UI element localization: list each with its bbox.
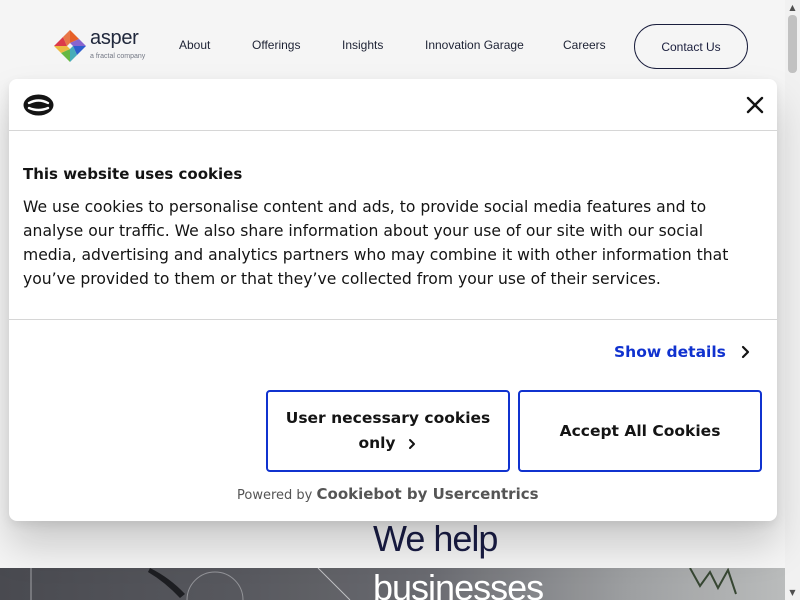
use-necessary-cookies-button[interactable]: User necessary cookies only [266,390,510,472]
show-details-link[interactable]: Show details [614,343,752,361]
chevron-right-icon [408,438,415,449]
scroll-thumb[interactable] [788,15,797,73]
close-icon[interactable] [745,95,765,115]
cookiebot-brand-link[interactable]: Cookiebot by Usercentrics [317,485,539,503]
cookiebot-logo-icon [23,94,54,116]
cookie-consent-dialog: This website uses cookies We use cookies… [9,79,777,521]
dialog-description: We use cookies to personalise content an… [23,198,729,288]
dialog-header [9,79,777,131]
dialog-body: This website uses cookies We use cookies… [9,131,777,320]
powered-by-footer: Powered by Cookiebot by Usercentrics [237,485,539,503]
accept-button-label: Accept All Cookies [559,421,721,440]
show-details-label: Show details [614,343,726,361]
necessary-button-label: User necessary cookies only [285,409,491,452]
scroll-down-icon[interactable]: ▼ [785,585,800,600]
scroll-up-icon[interactable]: ▲ [785,0,800,15]
powered-by-prefix: Powered by [237,488,313,503]
dialog-title: This website uses cookies [23,165,243,183]
page-scrollbar[interactable]: ▲ ▼ [785,0,800,600]
accept-all-cookies-button[interactable]: Accept All Cookies [518,390,762,472]
chevron-right-icon [741,345,749,359]
hero-headline-line2: businesses [373,567,544,600]
